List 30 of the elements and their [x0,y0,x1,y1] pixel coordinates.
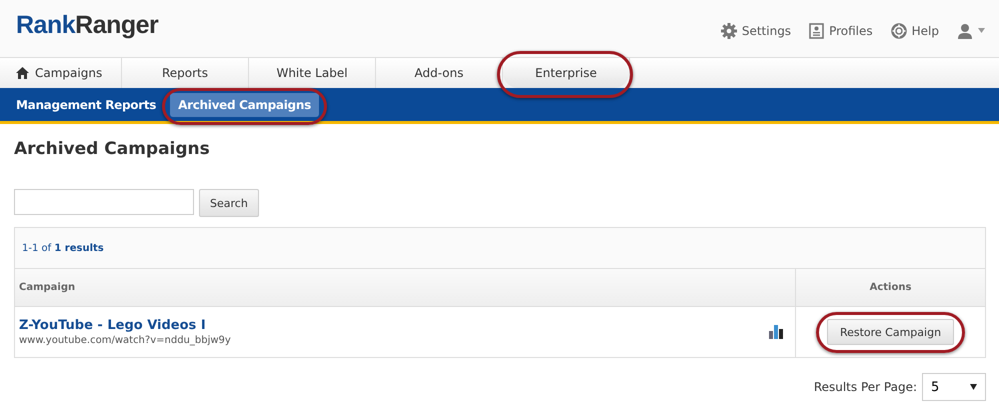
help-icon [890,22,907,38]
profile-icon [809,22,824,38]
results-per-page-select[interactable]: 5 [922,373,986,401]
home-icon [16,67,29,79]
caret-icon [978,28,985,33]
bar-chart-icon[interactable] [769,325,783,339]
settings-icon [720,22,737,38]
top-link[interactable]: Profiles [809,22,873,38]
top-link[interactable]: Help [890,22,939,38]
page-title: Archived Campaigns [14,139,211,159]
column-header: Actions [870,282,912,293]
nav-tab[interactable]: Reports [122,58,248,88]
column-header: Campaign [19,282,76,293]
nav-tab[interactable]: Add-ons [376,58,502,88]
search-button[interactable]: Search [199,189,259,217]
subnav-tab[interactable]: Archived Campaigns [170,92,319,116]
user-icon [957,22,973,38]
caret-icon [970,384,977,390]
subnav-tab[interactable]: Management Reports [8,92,164,116]
top-link[interactable]: Settings [720,22,792,38]
results-count: 1-1 of 1 results [22,242,104,254]
nav-tab[interactable]: White Label [249,58,375,88]
campaign-link[interactable]: Z-YouTube - Lego Videos I [19,318,231,333]
logo: RankRanger [16,11,158,40]
campaign-url: www.youtube.com/watch?v=nddu_bbjw9y [19,335,231,346]
nav-tab[interactable]: Campaigns [0,58,121,88]
search-field[interactable] [14,189,194,215]
results-per-page-label: Results Per Page: [814,380,917,394]
restore-campaign-button[interactable]: Restore Campaign [826,319,954,345]
user-menu[interactable] [957,22,985,38]
